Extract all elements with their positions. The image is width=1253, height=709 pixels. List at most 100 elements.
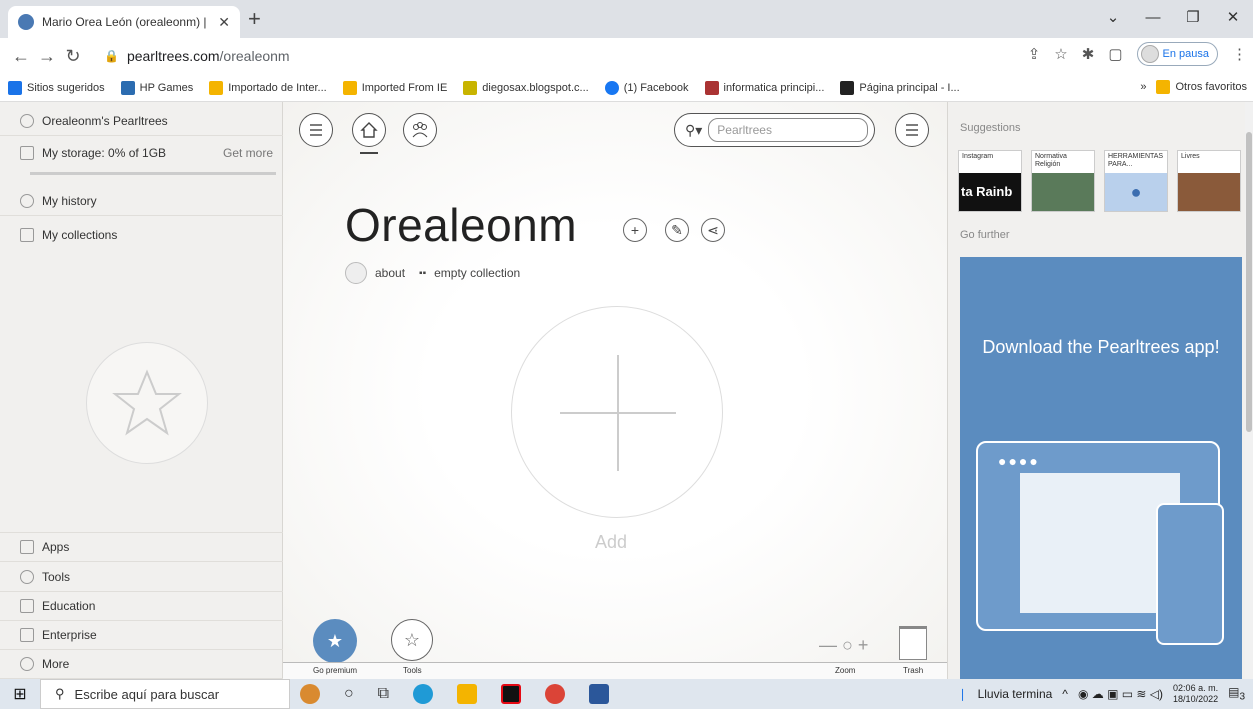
suggestion-card[interactable]: Livres: [1177, 150, 1241, 212]
bookmark-item[interactable]: Importado de Inter...: [209, 80, 327, 95]
restore-button[interactable]: ❐: [1173, 6, 1213, 30]
bookmark-item[interactable]: (1) Facebook: [604, 80, 689, 95]
suggestion-card[interactable]: Normativa Religión: [1031, 150, 1095, 212]
edit-icon[interactable]: ✎: [665, 218, 689, 242]
enterprise-link[interactable]: Enterprise: [0, 620, 283, 650]
suggestion-thumbnail: ta Rainb: [959, 173, 1021, 211]
bookmark-item[interactable]: Sitios sugeridos: [8, 80, 105, 95]
tools-label[interactable]: Tools: [403, 666, 422, 675]
left-panel: Orealeonm's Pearltrees My storage: 0% of…: [0, 102, 283, 679]
search-icon[interactable]: ⚲▾: [685, 122, 702, 139]
bookmark-star-icon[interactable]: ☆: [1054, 45, 1067, 63]
address-bar[interactable]: 🔒 pearltrees.com/orealeonm: [104, 42, 1100, 70]
suggestion-card[interactable]: Instagram ta Rainb: [958, 150, 1022, 212]
tray-icons[interactable]: ◉ ☁ ▣ ▭ ≋ ◁): [1078, 687, 1163, 701]
options-list-icon: [906, 124, 918, 136]
browser-toolbar: ← → ↻ 🔒 pearltrees.com/orealeonm ⇪ ☆ ✱ ▢…: [0, 38, 1253, 74]
trash-label[interactable]: Trash: [903, 666, 923, 675]
netflix-icon[interactable]: [501, 684, 522, 704]
notifications-icon[interactable]: ▤3: [1228, 685, 1245, 702]
tools-star-icon[interactable]: ☆: [391, 619, 433, 661]
app-download-banner[interactable]: Download the Pearltrees app! ●●●●: [960, 257, 1242, 679]
go-premium-label[interactable]: Go premium: [313, 666, 357, 675]
tools-link[interactable]: Tools: [0, 562, 283, 592]
widget-owl-icon[interactable]: [300, 684, 320, 704]
person-icon: ●: [1130, 181, 1142, 202]
share-icon[interactable]: ⋖: [701, 218, 725, 242]
go-premium-star-icon[interactable]: ★: [313, 619, 357, 663]
education-link[interactable]: Education: [0, 591, 283, 621]
reload-button[interactable]: ↻: [60, 46, 86, 67]
more-bookmarks-button[interactable]: »: [1140, 81, 1146, 93]
apps-link[interactable]: Apps: [0, 532, 283, 562]
menu-icon[interactable]: ⋮: [1232, 45, 1247, 63]
scrollbar-thumb[interactable]: [1246, 132, 1252, 432]
my-history-link[interactable]: My history: [0, 186, 283, 216]
taskbar-search[interactable]: ⚲ Escribe aquí para buscar: [40, 679, 290, 709]
tablet-dots-icon: ●●●●: [998, 453, 1040, 469]
minimize-button[interactable]: —: [1133, 6, 1173, 30]
windows-start-icon[interactable]: ⊞: [0, 684, 40, 704]
bookmark-item[interactable]: Página principal - I...: [840, 80, 960, 95]
tray-chevron-icon[interactable]: ^: [1062, 687, 1068, 701]
url-path: /orealeonm: [219, 48, 290, 64]
home-button[interactable]: [352, 113, 386, 147]
search-box[interactable]: ⚲▾ Pearltrees: [674, 113, 875, 147]
people-icon: [412, 122, 428, 138]
user-pearltrees-link[interactable]: Orealeonm's Pearltrees: [0, 106, 283, 136]
window-controls: ⌄ — ❐ ✕: [1093, 6, 1253, 30]
collection-canvas: ⚲▾ Pearltrees Orealeonm + ✎ ⋖ about ▪▪ e…: [283, 102, 947, 679]
right-scrollbar[interactable]: [1245, 102, 1253, 679]
cortana-icon[interactable]: ○: [344, 685, 354, 703]
zoom-label: Zoom: [835, 666, 856, 675]
enterprise-icon: [20, 627, 34, 642]
weather-icon[interactable]: ❘: [958, 687, 968, 701]
grid-icon: ▪▪: [419, 267, 427, 279]
other-bookmarks-folder[interactable]: Otros favoritos: [1156, 80, 1247, 94]
about-link[interactable]: about: [375, 266, 405, 280]
forward-button[interactable]: →: [34, 46, 60, 67]
browser-tab[interactable]: Mario Orea León (orealeonm) | P ✕: [8, 6, 240, 38]
lock-icon[interactable]: 🔒: [104, 49, 119, 63]
side-panel-icon[interactable]: ▢: [1108, 45, 1122, 63]
weather-text[interactable]: Lluvia termina: [978, 687, 1053, 701]
my-collections-link[interactable]: My collections: [0, 220, 283, 250]
trash-icon[interactable]: [899, 626, 927, 660]
bookmark-item[interactable]: Imported From IE: [342, 80, 447, 95]
community-button[interactable]: [403, 113, 437, 147]
folder-icon: [209, 80, 224, 95]
phone-illustration: [1156, 503, 1224, 645]
add-to-collection-icon[interactable]: +: [623, 218, 647, 242]
add-pearl-button[interactable]: [511, 306, 723, 518]
favorites-star-icon: [86, 342, 208, 464]
share-icon[interactable]: ⇪: [1028, 45, 1041, 63]
profile-button[interactable]: En pausa: [1136, 42, 1218, 66]
bookmark-item[interactable]: HP Games: [120, 80, 193, 95]
suggestion-thumbnail: ●: [1105, 173, 1167, 211]
chrome-icon[interactable]: [545, 684, 566, 704]
tab-search-icon[interactable]: ⌄: [1093, 6, 1133, 30]
close-tab-icon[interactable]: ✕: [218, 14, 230, 31]
suggestion-card[interactable]: HERRAMIENTAS PARA... ●: [1104, 150, 1168, 212]
suggestion-thumbnail: [1032, 173, 1094, 211]
clock[interactable]: 02:06 a. m. 18/10/2022: [1173, 683, 1218, 705]
edge-icon[interactable]: [413, 684, 434, 704]
bookmark-icon: [840, 80, 855, 95]
file-explorer-icon[interactable]: [457, 684, 478, 704]
get-more-link[interactable]: Get more: [223, 146, 273, 160]
close-window-button[interactable]: ✕: [1213, 6, 1253, 30]
more-link[interactable]: More: [0, 649, 283, 679]
zoom-controls[interactable]: — ○ +: [819, 635, 868, 656]
menu-list-button[interactable]: [299, 113, 333, 147]
empty-collection-label: empty collection: [434, 266, 521, 280]
search-input[interactable]: Pearltrees: [708, 118, 869, 142]
new-tab-button[interactable]: +: [248, 8, 261, 30]
task-view-icon[interactable]: ⧉: [378, 685, 389, 703]
back-button[interactable]: ←: [8, 46, 34, 67]
options-button[interactable]: [895, 113, 929, 147]
collections-icon: [20, 228, 34, 242]
word-icon[interactable]: [589, 684, 610, 704]
extensions-icon[interactable]: ✱: [1082, 45, 1095, 63]
bookmark-item[interactable]: diegosax.blogspot.c...: [463, 80, 589, 95]
bookmark-item[interactable]: informatica principi...: [704, 80, 824, 95]
